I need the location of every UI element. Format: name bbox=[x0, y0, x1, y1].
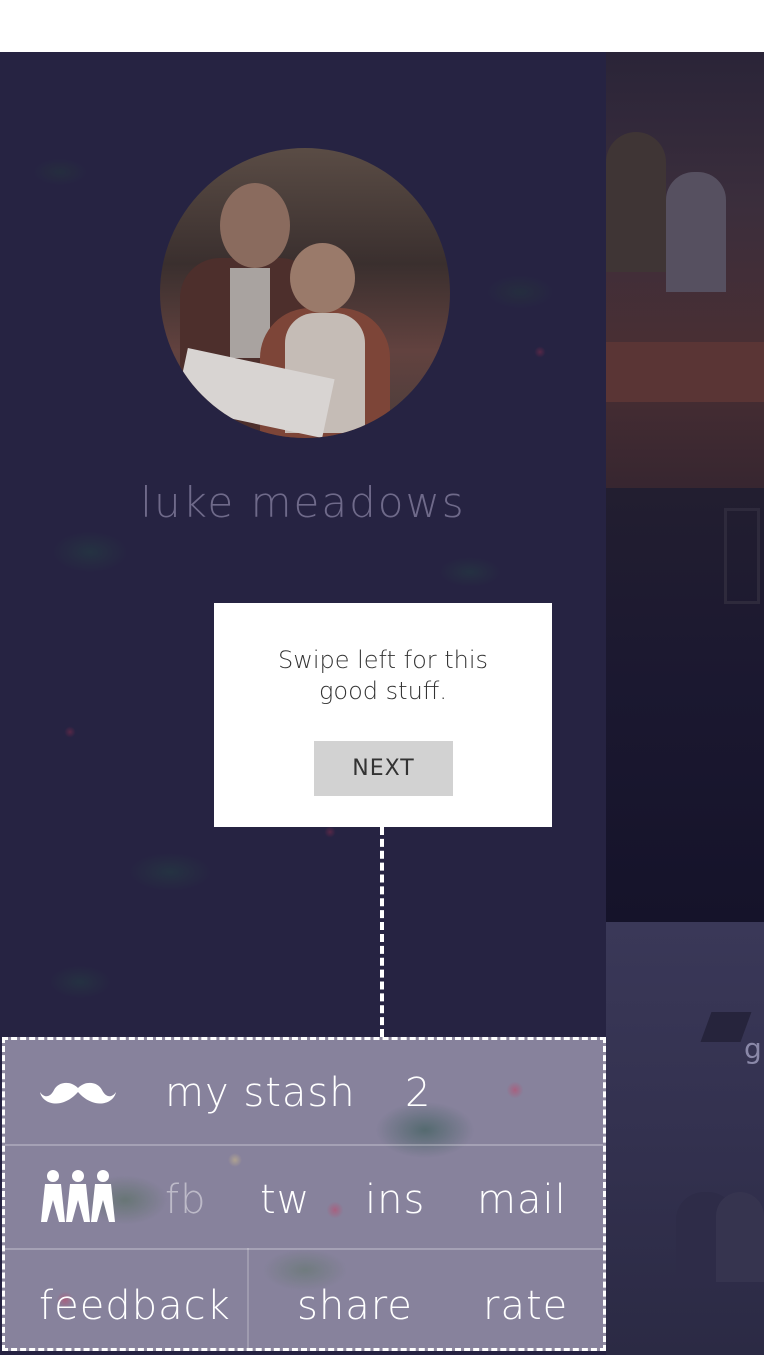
top-status-bar bbox=[0, 0, 764, 52]
dialog-message: Swipe left for this good stuff. bbox=[277, 646, 489, 705]
mustache-icon bbox=[40, 1082, 116, 1104]
next-button[interactable]: NEXT bbox=[314, 741, 453, 796]
share-button[interactable]: share bbox=[297, 1286, 413, 1326]
share-tw-link[interactable]: tw bbox=[260, 1180, 310, 1220]
tutorial-dialog: Swipe left for this good stuff. NEXT bbox=[214, 603, 552, 827]
side-photo-room[interactable]: g bbox=[606, 922, 764, 1355]
stash-row[interactable]: my stash 2 bbox=[5, 1040, 603, 1144]
side-photo-cafe[interactable] bbox=[606, 52, 764, 488]
share-fb-link[interactable]: fb bbox=[165, 1180, 206, 1220]
feedback-button[interactable]: feedback bbox=[39, 1286, 231, 1326]
tutorial-guide-line bbox=[380, 827, 384, 1037]
social-row: fb tw ins mail bbox=[5, 1144, 603, 1250]
side-photo-wall[interactable] bbox=[606, 488, 764, 922]
stash-label: my stash bbox=[165, 1070, 356, 1116]
actions-row: feedback share rate bbox=[5, 1248, 603, 1348]
side-photo-caption: g bbox=[744, 1032, 762, 1065]
share-mail-link[interactable]: mail bbox=[477, 1180, 567, 1220]
bottom-menu: my stash 2 fb tw ins mail feedback share… bbox=[2, 1037, 606, 1351]
profile-name: luke meadows bbox=[140, 478, 466, 527]
profile-avatar bbox=[160, 148, 450, 438]
rate-button[interactable]: rate bbox=[483, 1286, 568, 1326]
people-icon[interactable] bbox=[41, 1170, 115, 1222]
share-ins-link[interactable]: ins bbox=[365, 1180, 425, 1220]
stash-count-badge: 2 bbox=[405, 1070, 432, 1116]
